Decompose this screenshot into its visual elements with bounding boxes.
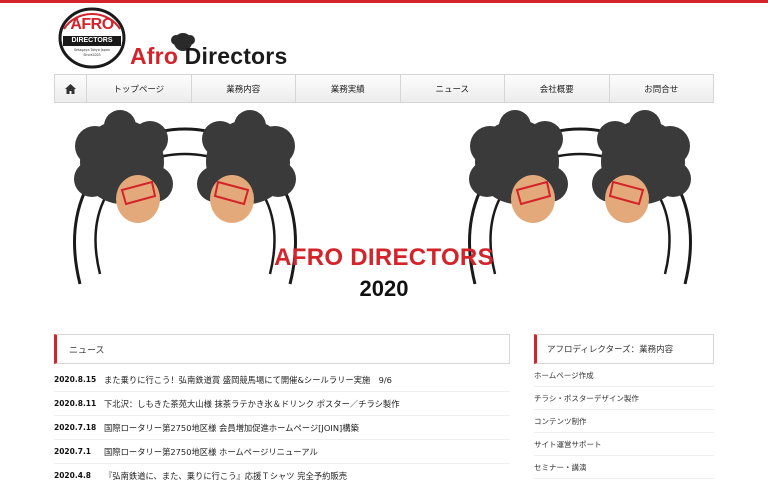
news-title-link[interactable]: 『弘南鉄道に、また、乗りに行こう』応援Ｔシャツ 完全予約販売: [102, 470, 510, 480]
nav-item-news[interactable]: ニュース: [401, 75, 505, 102]
logo-text-afro: AFRO: [70, 16, 114, 33]
news-date: 2020.8.15: [54, 375, 97, 384]
nav-item-contact[interactable]: お問合せ: [610, 75, 714, 102]
news-heading: ニュース: [54, 334, 510, 364]
logo-text-directors: DIRECTORS: [71, 37, 113, 44]
brand-wordmark[interactable]: Afro Directors: [130, 43, 287, 70]
news-list: 2020.8.15 また乗りに行こう！弘南鉄道賞 盛岡競馬場にて開催&シールラリ…: [54, 368, 510, 480]
home-icon: [65, 83, 76, 94]
news-date: 2020.7.18: [54, 423, 97, 432]
hero-title: AFRO DIRECTORS: [274, 244, 494, 271]
services-sidebar-list: ホームページ作成 チラシ・ポスターデザイン製作 コンテンツ制作 サイト運営サポー…: [534, 364, 714, 479]
brand-directors: Directors: [178, 43, 288, 69]
news-item[interactable]: 2020.7.18 国際ロータリー第2750地区様 会員増加促進ホームページ[J…: [54, 416, 510, 440]
news-title-link[interactable]: また乗りに行こう！弘南鉄道賞 盛岡競馬場にて開催&シールラリー実施 9/6: [102, 374, 510, 386]
news-date: 2020.4.8: [54, 471, 92, 480]
brand-afro: Afro: [130, 43, 179, 69]
nav-item-works[interactable]: 業務実績: [296, 75, 401, 102]
site-header: AFRO DIRECTORS Setagaya Tokyo Japan Sinc…: [0, 3, 768, 73]
news-title-link[interactable]: 国際ロータリー第2750地区様 会員増加促進ホームページ[JOIN]構築: [102, 422, 510, 434]
news-date: 2020.8.11: [54, 399, 97, 408]
sidebar-item-seminar[interactable]: セミナー・講演: [534, 456, 714, 479]
sidebar-item-content[interactable]: コンテンツ制作: [534, 410, 714, 433]
sidebar-item-site-support[interactable]: サイト運営サポート: [534, 433, 714, 456]
news-item[interactable]: 2020.7.1 国際ロータリー第2750地区様 ホームページリニューアル: [54, 440, 510, 464]
hero-year: 2020: [359, 276, 409, 301]
services-sidebar-heading: アフロディレクターズ：業務内容: [534, 334, 714, 364]
news-title-link[interactable]: 下北沢：しもきた茶苑大山様 抹茶ラテかき氷＆ドリンク ポスター／チラシ製作: [102, 398, 510, 410]
sidebar-item-flyer-design[interactable]: チラシ・ポスターデザイン製作: [534, 387, 714, 410]
logo-text-since: Since2003: [83, 53, 101, 57]
news-item[interactable]: 2020.8.11 下北沢：しもきた茶苑大山様 抹茶ラテかき氷＆ドリンク ポスタ…: [54, 392, 510, 416]
news-item[interactable]: 2020.8.15 また乗りに行こう！弘南鉄道賞 盛岡競馬場にて開催&シールラリ…: [54, 368, 510, 392]
nav-item-top-page[interactable]: トップページ: [87, 75, 192, 102]
news-title-link[interactable]: 国際ロータリー第2750地区様 ホームページリニューアル: [102, 446, 510, 458]
news-date: 2020.7.1: [54, 447, 92, 456]
hero-banner: AFRO DIRECTORS 2020: [0, 104, 768, 328]
news-item[interactable]: 2020.4.8 『弘南鉄道に、また、乗りに行こう』応援Ｔシャツ 完全予約販売: [54, 464, 510, 480]
main-nav: トップページ 業務内容 業務実績 ニュース 会社概要 お問合せ: [54, 74, 714, 103]
nav-item-company[interactable]: 会社概要: [505, 75, 610, 102]
sidebar-item-homepage[interactable]: ホームページ作成: [534, 364, 714, 387]
logo-text-location: Setagaya Tokyo Japan: [73, 48, 111, 52]
nav-item-services[interactable]: 業務内容: [192, 75, 296, 102]
nav-home[interactable]: [55, 75, 87, 102]
